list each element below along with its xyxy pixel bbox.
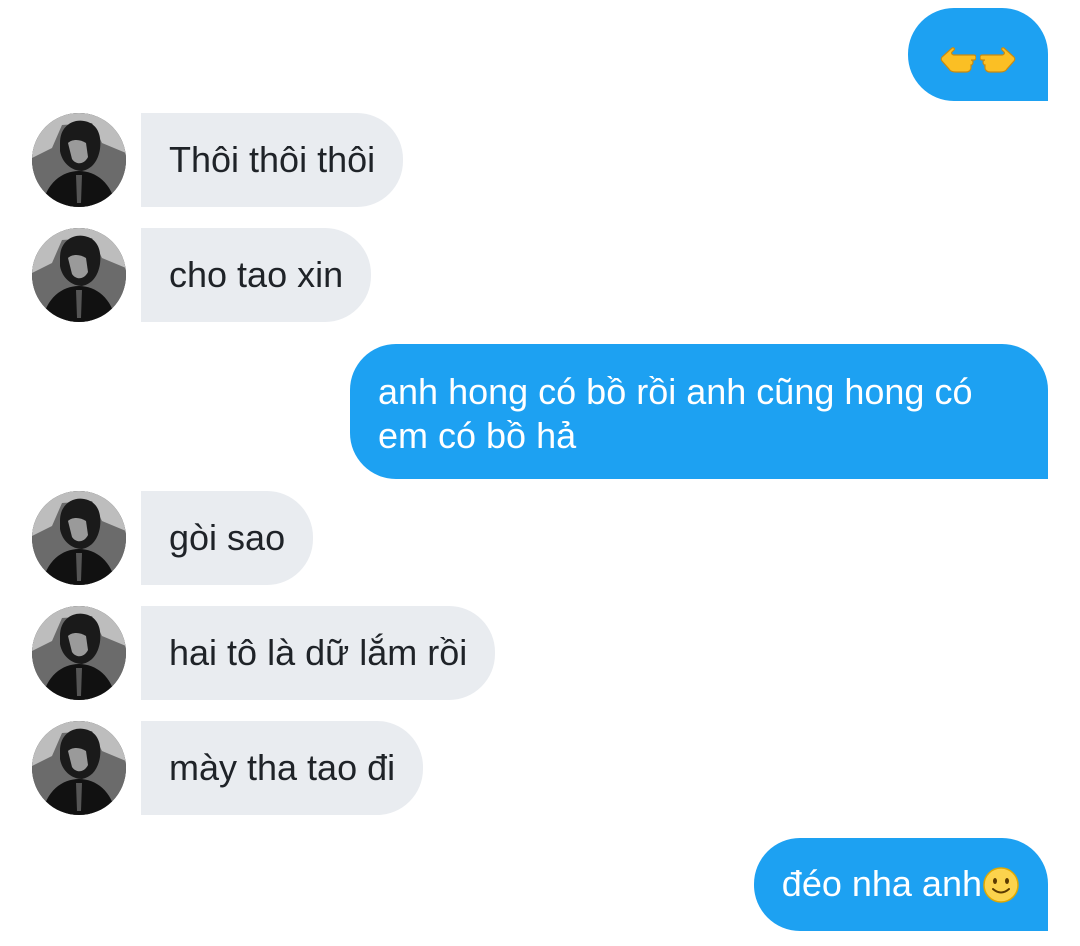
avatar[interactable] (32, 721, 126, 815)
avatar[interactable] (32, 491, 126, 585)
avatar[interactable] (32, 113, 126, 207)
slightly-smiling-face-icon (982, 866, 1020, 904)
incoming-message-bubble[interactable]: gòi sao (141, 491, 314, 585)
incoming-message-bubble[interactable]: Thôi thôi thôi (141, 113, 404, 207)
avatar[interactable] (32, 228, 126, 322)
message-line: em có bồ hả (378, 415, 577, 456)
incoming-message-row: cho tao xin (0, 228, 1080, 322)
incoming-message-bubble[interactable]: cho tao xin (141, 228, 372, 322)
outgoing-message-bubble[interactable] (908, 8, 1048, 101)
avatar[interactable] (32, 606, 126, 700)
message-text: đéo nha anh (781, 863, 982, 904)
incoming-message-row: Thôi thôi thôi (0, 113, 1080, 207)
incoming-message-bubble[interactable]: mày tha tao đi (141, 721, 424, 815)
chat-thread: Thôi thôi thôi cho tao xin anh hong có b… (0, 0, 1080, 946)
incoming-message-row: hai tô là dữ lắm rồi (0, 606, 1080, 700)
incoming-message-bubble[interactable]: hai tô là dữ lắm rồi (141, 606, 496, 700)
backhand-index-pointing-left-icon (940, 41, 977, 73)
incoming-message-row: gòi sao (0, 491, 1080, 585)
outgoing-message-bubble[interactable]: đéo nha anh (753, 838, 1048, 931)
message-line: anh hong có bồ rồi anh cũng hong có (378, 371, 973, 412)
outgoing-message-bubble[interactable]: anh hong có bồ rồi anh cũng hong có em c… (350, 344, 1048, 479)
incoming-message-row: mày tha tao đi (0, 721, 1080, 815)
backhand-index-pointing-right-icon (979, 41, 1016, 73)
